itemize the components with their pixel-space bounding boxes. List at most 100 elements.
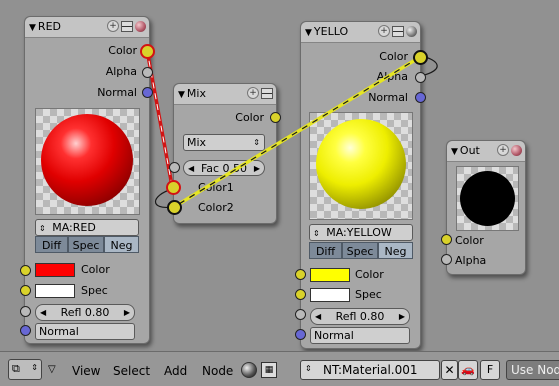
arrow-right-icon[interactable]: ▶ — [399, 309, 405, 324]
output-alpha-label: Alpha — [376, 70, 408, 83]
updown-icon: ⇕ — [305, 364, 312, 373]
red-refl-input-socket[interactable] — [20, 306, 31, 317]
collapse-triangle-icon[interactable]: ▼ — [305, 28, 312, 38]
tab-neg[interactable]: Neg — [104, 236, 139, 253]
color-input-label: Color — [355, 268, 384, 281]
out-alpha-input-socket[interactable] — [441, 254, 452, 265]
material-preview-icon[interactable] — [406, 25, 417, 37]
tab-spec[interactable]: Spec — [342, 242, 378, 259]
node-mix[interactable]: ▼ Mix + Color Mix ⇕ ◀ Fac 0.50 ▶ Color1 C… — [173, 83, 277, 224]
color-input-label: Color — [81, 263, 110, 276]
spec-swatch[interactable] — [310, 288, 350, 302]
yellow-color-input-socket[interactable] — [295, 269, 306, 280]
material-nodes-icon[interactable] — [241, 362, 257, 378]
mix-color-output-socket[interactable] — [270, 112, 281, 123]
color-swatch[interactable] — [310, 268, 350, 282]
composite-nodes-icon[interactable]: ▦ — [261, 362, 277, 378]
menu-collapse-triangle-icon[interactable]: ▽ — [48, 364, 56, 375]
normal-field[interactable]: Normal — [310, 327, 410, 344]
yellow-spec-input-socket[interactable] — [295, 289, 306, 300]
collapse-triangle-icon[interactable]: ▼ — [451, 147, 458, 157]
red-color-output-socket[interactable] — [140, 44, 155, 59]
red-normal-output-socket[interactable] — [142, 87, 153, 98]
fake-user-button[interactable]: F — [480, 360, 500, 380]
tab-diff[interactable]: Diff — [35, 236, 68, 253]
plus-icon[interactable]: + — [247, 87, 259, 99]
input-alpha-label: Alpha — [455, 254, 487, 267]
collapse-triangle-icon[interactable]: ▼ — [29, 23, 36, 33]
tab-diff[interactable]: Diff — [309, 242, 342, 259]
node-out[interactable]: ▼ Out + Color Alpha — [446, 140, 526, 275]
yellow-refl-input-socket[interactable] — [295, 309, 306, 320]
menu-add[interactable]: Add — [164, 364, 187, 378]
spec-swatch[interactable] — [35, 284, 75, 298]
nodetree-field[interactable]: ⇕ NT:Material.001 — [300, 360, 440, 380]
fake-user-label: F — [486, 363, 494, 376]
updown-icon: ⇕ — [31, 363, 38, 372]
material-preview — [35, 108, 140, 215]
output-color-label: Color — [379, 50, 408, 63]
blend-mode-value: Mix — [187, 136, 207, 149]
car-button[interactable]: 🚗 — [458, 360, 478, 380]
output-preview — [456, 166, 519, 231]
arrow-right-icon[interactable]: ▶ — [254, 161, 260, 176]
list-icon[interactable] — [261, 87, 273, 99]
refl-value: Refl 0.80 — [335, 310, 385, 323]
node-red-title: RED — [37, 20, 61, 33]
red-color-input-socket[interactable] — [20, 265, 31, 276]
plus-icon[interactable]: + — [378, 25, 390, 37]
mix-fac-input-socket[interactable] — [169, 162, 180, 173]
output-color-label: Color — [108, 44, 137, 57]
output-preview-icon[interactable] — [511, 144, 522, 156]
node-yellow[interactable]: ▼ YELLO + Color Alpha Normal ⇕ MA:YELLOW … — [300, 21, 421, 349]
refl-field[interactable]: ◀ Refl 0.80 ▶ — [35, 304, 135, 321]
node-out-title: Out — [459, 144, 480, 157]
blend-mode-select[interactable]: Mix ⇕ — [183, 134, 265, 151]
material-select[interactable]: ⇕ MA:YELLOW — [309, 224, 413, 241]
fac-value: Fac 0.50 — [200, 162, 248, 175]
fac-field[interactable]: ◀ Fac 0.50 ▶ — [183, 160, 265, 176]
unlink-button[interactable]: ✕ — [441, 360, 458, 380]
color-swatch[interactable] — [35, 263, 75, 277]
mix-color1-input-socket[interactable] — [166, 180, 181, 195]
menu-select[interactable]: Select — [113, 364, 150, 378]
menu-node[interactable]: Node — [202, 364, 233, 378]
node-out-header[interactable]: ▼ Out + — [447, 141, 525, 162]
yellow-normal-input-socket[interactable] — [295, 329, 306, 340]
arrow-left-icon[interactable]: ◀ — [188, 161, 194, 176]
material-preview-icon[interactable] — [135, 20, 146, 32]
tab-spec[interactable]: Spec — [68, 236, 104, 253]
arrow-left-icon[interactable]: ◀ — [315, 309, 321, 324]
arrow-right-icon[interactable]: ▶ — [124, 305, 130, 320]
node-yellow-header[interactable]: ▼ YELLO + — [301, 22, 420, 43]
node-editor-canvas[interactable]: ▼ RED + Color Alpha Normal ⇕ MA:RED Diff … — [0, 0, 559, 351]
yellow-alpha-output-socket[interactable] — [415, 72, 426, 83]
yellow-normal-output-socket[interactable] — [415, 92, 426, 103]
plus-icon[interactable]: + — [497, 144, 509, 156]
mix-color2-input-socket[interactable] — [167, 200, 182, 215]
collapse-triangle-icon[interactable]: ▼ — [178, 90, 185, 100]
red-normal-input-socket[interactable] — [20, 325, 31, 336]
tab-neg[interactable]: Neg — [378, 242, 413, 259]
menu-view[interactable]: View — [72, 364, 100, 378]
node-red[interactable]: ▼ RED + Color Alpha Normal ⇕ MA:RED Diff … — [24, 16, 150, 344]
list-icon[interactable] — [392, 25, 404, 37]
list-icon[interactable] — [121, 20, 133, 32]
refl-field[interactable]: ◀ Refl 0.80 ▶ — [310, 308, 410, 325]
red-sphere-preview — [41, 114, 133, 206]
use-nodes-button[interactable]: Use Nod — [506, 360, 559, 380]
yellow-color-output-socket[interactable] — [413, 50, 428, 65]
node-mix-header[interactable]: ▼ Mix + — [174, 84, 276, 105]
red-spec-input-socket[interactable] — [20, 285, 31, 296]
node-red-header[interactable]: ▼ RED + — [25, 17, 149, 38]
out-color-input-socket[interactable] — [441, 234, 452, 245]
black-sphere-preview — [460, 171, 515, 226]
normal-field[interactable]: Normal — [35, 323, 135, 340]
material-select[interactable]: ⇕ MA:RED — [35, 219, 139, 236]
output-normal-label: Normal — [97, 86, 137, 99]
arrow-left-icon[interactable]: ◀ — [40, 305, 46, 320]
red-alpha-output-socket[interactable] — [142, 67, 153, 78]
normal-value: Normal — [39, 325, 79, 338]
editor-type-select[interactable]: ⧉ ⇕ — [8, 359, 42, 380]
plus-icon[interactable]: + — [107, 20, 119, 32]
